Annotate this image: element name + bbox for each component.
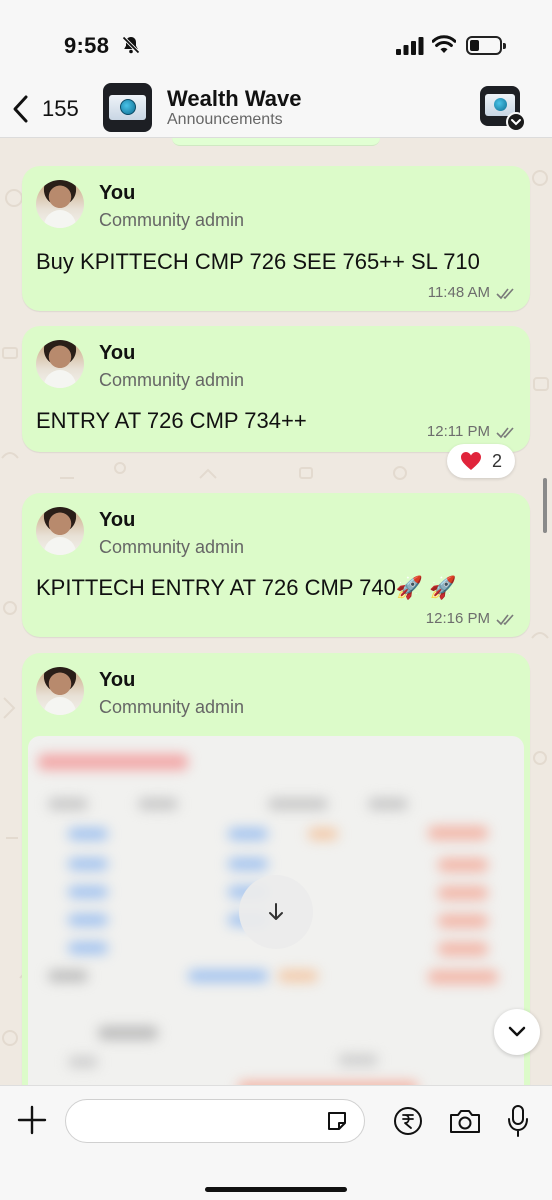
message-text: KPITTECH ENTRY AT 726 CMP 740🚀 🚀	[36, 575, 457, 600]
message-text: ENTRY AT 726 CMP 734++	[36, 408, 307, 433]
reaction-count: 2	[491, 450, 502, 471]
message-time: 11:48 AM	[427, 284, 490, 301]
avatar[interactable]	[36, 340, 84, 388]
globe-icon	[494, 98, 507, 111]
scrollbar[interactable]	[543, 478, 547, 533]
status-bar: 9:58	[0, 0, 552, 80]
reaction-pill[interactable]: 2	[447, 444, 515, 478]
rupee-payment-icon[interactable]	[393, 1106, 423, 1136]
sender-name: You	[99, 669, 136, 691]
wifi-icon	[432, 35, 456, 53]
plus-icon[interactable]	[16, 1104, 48, 1136]
message-time: 12:16 PM	[425, 610, 490, 627]
microphone-icon[interactable]	[507, 1104, 529, 1138]
sender-role: Community admin	[99, 370, 245, 390]
arrow-down-icon	[269, 903, 283, 920]
sender-role: Community admin	[99, 697, 245, 717]
scroll-to-bottom-button[interactable]	[494, 1009, 540, 1055]
chat-area[interactable]: You Community admin Buy KPITTECH CMP 726…	[0, 138, 552, 1085]
chat-header: 155 Wealth Wave Announcements	[0, 80, 552, 138]
signal-icon	[396, 37, 424, 55]
message-bubble[interactable]: You Community admin KPITTECH ENTRY AT 72…	[22, 493, 530, 637]
chevron-left-icon	[13, 95, 28, 123]
download-button[interactable]	[239, 875, 313, 949]
chat-title[interactable]: Wealth Wave	[167, 86, 301, 112]
sender-role: Community admin	[99, 210, 245, 230]
message-meta: 12:16 PM	[426, 610, 518, 627]
chat-subtitle: Announcements	[167, 111, 283, 128]
avatar[interactable]	[36, 507, 84, 555]
double-check-icon	[496, 613, 514, 625]
message-bubble[interactable]: You Community admin	[22, 653, 530, 1085]
input-bar	[0, 1085, 552, 1200]
previous-message-edge	[172, 138, 380, 146]
message-bubble[interactable]: You Community admin Buy KPITTECH CMP 726…	[22, 166, 530, 311]
sticker-icon[interactable]	[325, 1109, 349, 1133]
double-check-icon	[496, 426, 514, 438]
avatar[interactable]	[36, 180, 84, 228]
message-bubble[interactable]: You Community admin ENTRY AT 726 CMP 734…	[22, 326, 530, 452]
double-check-icon	[496, 287, 514, 299]
message-meta: 11:48 AM	[428, 284, 518, 301]
message-meta: 12:11 PM	[427, 423, 518, 440]
home-indicator	[205, 1187, 347, 1192]
avatar[interactable]	[36, 667, 84, 715]
sender-name: You	[99, 342, 136, 364]
group-avatar[interactable]	[103, 83, 152, 132]
community-button[interactable]	[480, 86, 526, 132]
sender-name: You	[99, 509, 136, 531]
sender-name: You	[99, 182, 136, 204]
unread-count: 155	[42, 96, 79, 121]
back-button[interactable]: 155	[10, 91, 100, 127]
sender-role: Community admin	[99, 537, 245, 557]
globe-icon	[120, 99, 136, 115]
message-input[interactable]	[65, 1099, 365, 1143]
camera-icon[interactable]	[448, 1107, 482, 1135]
bell-slash-icon	[122, 36, 140, 54]
battery-icon	[466, 36, 506, 55]
message-text: Buy KPITTECH CMP 726 SEE 765++ SL 710	[36, 249, 480, 274]
message-time: 12:11 PM	[426, 423, 490, 440]
message-input-field[interactable]	[80, 1108, 320, 1136]
heart-icon	[460, 452, 481, 470]
chevron-down-badge-icon	[506, 112, 526, 132]
chevron-down-icon	[508, 1026, 526, 1037]
status-time: 9:58	[64, 33, 110, 58]
